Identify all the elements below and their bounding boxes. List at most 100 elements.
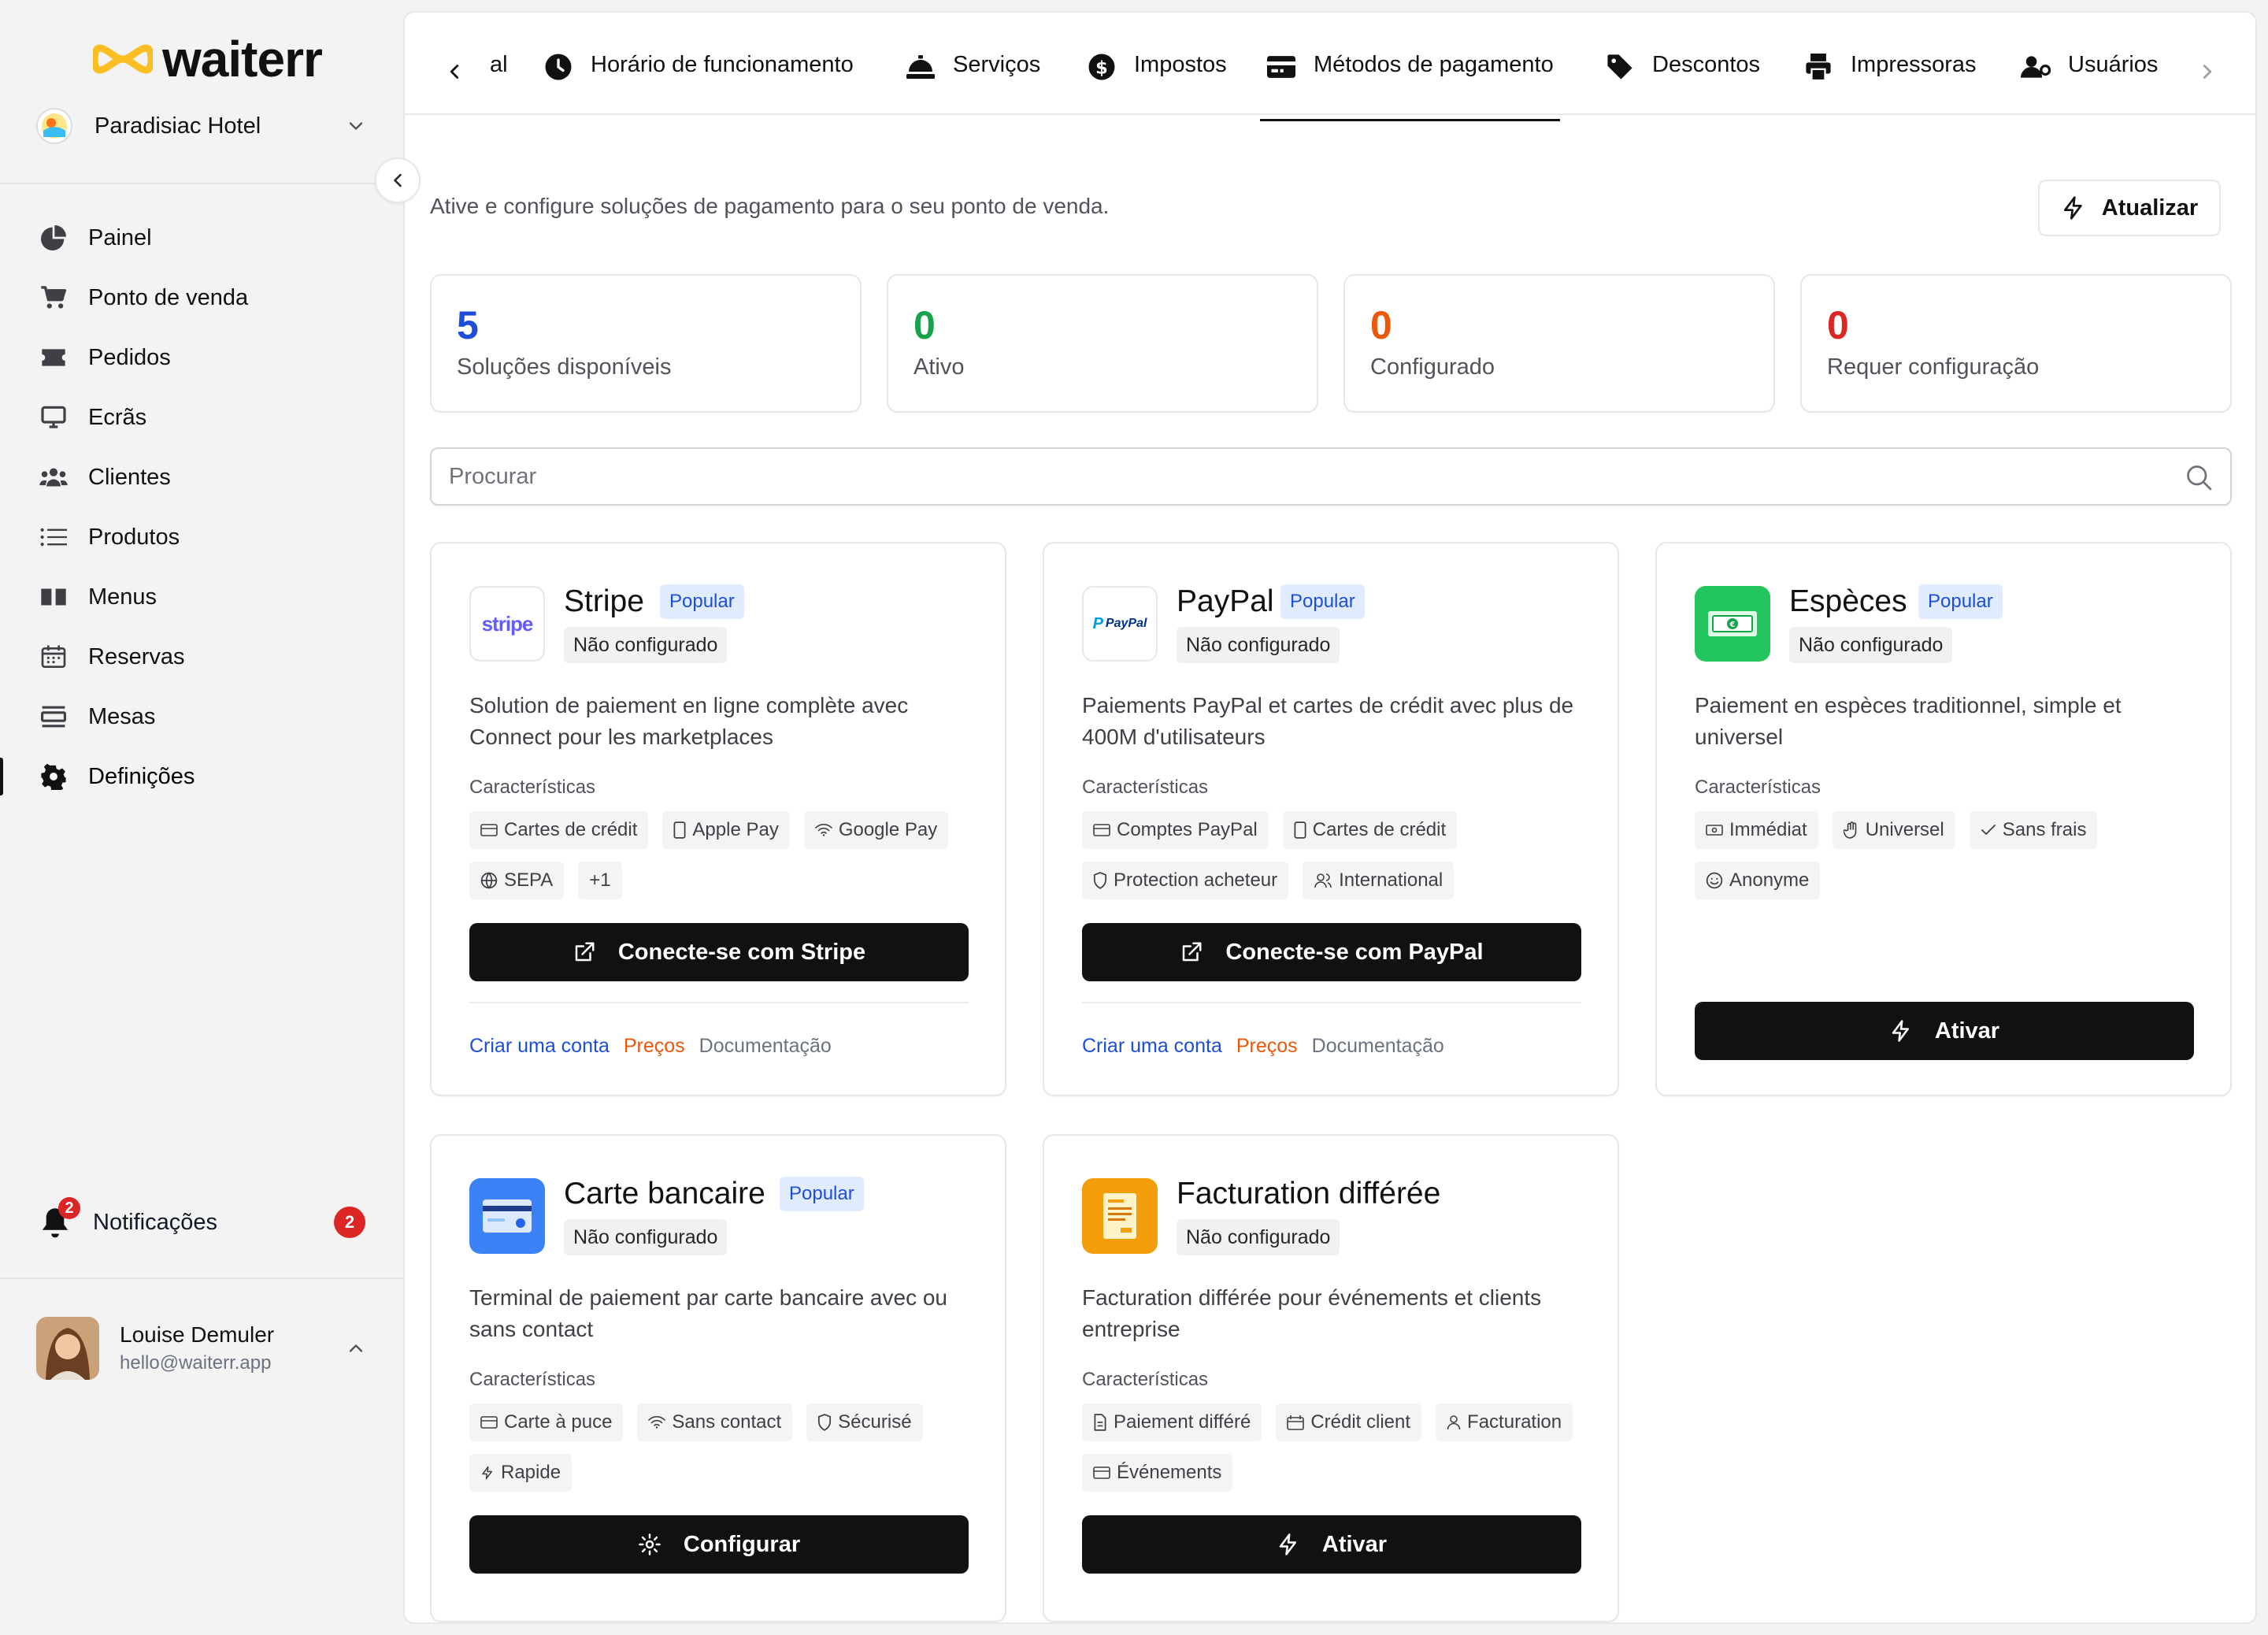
features-title: Características [1082, 777, 1209, 798]
sidebar-divider [0, 183, 403, 184]
sidebar-item-ponto-de-venda[interactable]: Ponto de venda [0, 268, 403, 328]
banknote-icon [1706, 824, 1723, 836]
connect-paypal-button[interactable]: Conecte-se com PayPal [1082, 923, 1581, 981]
notifications-button[interactable]: 2 Notificações 2 [39, 1197, 370, 1248]
sidebar-item-label: Ponto de venda [88, 284, 249, 310]
collapse-sidebar-button[interactable] [375, 158, 421, 203]
status-badge: Não configurado [564, 1219, 728, 1255]
tab-descontos[interactable]: Descontos [1605, 52, 1760, 115]
sidebar-item-reservas[interactable]: Reservas [0, 627, 403, 687]
tab-metodos-de-pagamento[interactable]: Métodos de pagamento [1260, 52, 1560, 121]
card-description: Facturation différée pour événements et … [1082, 1285, 1542, 1341]
stat-label: Ativo [914, 354, 965, 380]
tab-label: Serviços [953, 52, 1041, 77]
calendar-icon [39, 643, 68, 671]
features-list: Carte à puce Sans contact Sécurisé Rapid… [469, 1403, 989, 1492]
sidebar-item-ecras[interactable]: Ecrãs [0, 387, 403, 447]
sidebar-item-label: Ecrãs [88, 404, 147, 430]
search-icon[interactable] [2185, 463, 2213, 491]
invoice-icon [1103, 1193, 1136, 1239]
feature-chip: Universel [1832, 811, 1955, 849]
card-icon [1093, 823, 1110, 837]
sidebar-item-label: Produtos [88, 524, 180, 550]
create-account-link[interactable]: Criar uma conta [1082, 1035, 1222, 1058]
activate-facturation-button[interactable]: Ativar [1082, 1515, 1581, 1574]
tab-servicos[interactable]: Serviços [906, 52, 1040, 115]
features-title: Características [469, 777, 596, 798]
stat-value: 5 [457, 303, 479, 347]
configure-carte-bancaire-button[interactable]: Configurar [469, 1515, 969, 1574]
card-title: Espèces [1789, 584, 1907, 618]
user-menu[interactable]: Louise Demuler hello@waiterr.app [36, 1315, 367, 1381]
tabs-scroll-left-button[interactable] [443, 60, 466, 83]
pie-chart-icon [39, 224, 68, 252]
paypal-logo: P PayPal [1082, 586, 1158, 662]
documentation-link[interactable]: Documentação [699, 1035, 832, 1058]
tab-horario[interactable]: Horário de funcionamento [543, 52, 854, 115]
hotel-avatar [36, 108, 72, 144]
card-links: Criar uma conta Preços Documentação [1082, 1035, 1444, 1058]
sidebar-item-label: Pedidos [88, 344, 171, 370]
tabs-scroll-right-button[interactable] [2196, 60, 2219, 83]
activate-especes-button[interactable]: Ativar [1695, 1002, 2194, 1060]
shield-icon [817, 1414, 832, 1431]
tab-impostos[interactable]: $ Impostos [1087, 52, 1227, 115]
external-link-icon [573, 940, 596, 964]
documentation-link[interactable]: Documentação [1312, 1035, 1444, 1058]
page-subtitle: Ative e configure soluções de pagamento … [430, 194, 1110, 218]
tab-label: Horário de funcionamento [591, 52, 854, 77]
cart-icon [39, 284, 68, 312]
settings-tabs: al Horário de funcionamento Serviços $ I… [405, 13, 2255, 121]
features-title: Características [1695, 777, 1821, 798]
stat-value: 0 [1370, 303, 1392, 347]
sidebar-item-menus[interactable]: Menus [0, 567, 403, 627]
avatar [36, 1317, 99, 1380]
features-list: Comptes PayPal Cartes de crédit Protecti… [1082, 811, 1602, 899]
phone-icon [1294, 821, 1306, 839]
printer-icon [1803, 52, 1833, 82]
svg-text:€: € [1729, 621, 1736, 629]
more-features-chip[interactable]: +1 [578, 862, 622, 899]
popular-badge: Popular [780, 1177, 864, 1211]
sidebar-item-pedidos[interactable]: Pedidos [0, 328, 403, 387]
sidebar-item-mesas[interactable]: Mesas [0, 687, 403, 747]
refresh-label: Atualizar [2101, 195, 2199, 221]
user-info: Louise Demuler hello@waiterr.app [120, 1322, 274, 1374]
search-input[interactable] [449, 463, 2134, 490]
create-account-link[interactable]: Criar uma conta [469, 1035, 610, 1058]
svg-text:$: $ [1095, 57, 1108, 78]
tab-impressoras[interactable]: Impressoras [1803, 52, 1977, 115]
tag-icon [1605, 52, 1635, 82]
card-icon [480, 823, 498, 837]
tab-general[interactable]: al [490, 52, 508, 115]
stat-label: Soluções disponíveis [457, 354, 672, 380]
refresh-button[interactable]: Atualizar [2038, 180, 2221, 236]
feature-chip: Crédit client [1276, 1403, 1422, 1441]
pricing-link[interactable]: Preços [1236, 1035, 1298, 1058]
list-icon [39, 523, 68, 551]
stat-value: 0 [1827, 303, 1849, 347]
pricing-link[interactable]: Preços [624, 1035, 685, 1058]
features-list: Cartes de crédit Apple Pay Google Pay SE… [469, 811, 989, 899]
brand-logo[interactable]: waiterr [93, 30, 323, 88]
card-icon [1093, 1466, 1110, 1480]
feature-chip: Protection acheteur [1082, 862, 1289, 899]
chevron-left-icon [387, 169, 409, 191]
sidebar-item-produtos[interactable]: Produtos [0, 507, 403, 567]
hotel-selector[interactable]: Paradisiac Hotel [36, 104, 367, 148]
sidebar-item-painel[interactable]: Painel [0, 208, 403, 268]
sidebar-item-label: Painel [88, 224, 152, 250]
tab-usuarios[interactable]: Usuários [2021, 52, 2158, 115]
book-icon [39, 583, 68, 611]
gear-icon [39, 762, 68, 791]
connect-stripe-button[interactable]: Conecte-se com Stripe [469, 923, 969, 981]
payment-card-stripe: stripe Stripe Popular Não configurado So… [430, 542, 1006, 1096]
notifications-label: Notificações [93, 1209, 217, 1235]
status-badge: Não configurado [564, 627, 728, 663]
sidebar-item-definicoes[interactable]: Definições [0, 747, 403, 806]
sidebar-item-clientes[interactable]: Clientes [0, 447, 403, 507]
feature-chip: Apple Pay [662, 811, 790, 849]
bank-card-logo [469, 1178, 545, 1254]
feature-chip: Sans frais [1969, 811, 2098, 849]
credit-card-icon [483, 1199, 532, 1233]
